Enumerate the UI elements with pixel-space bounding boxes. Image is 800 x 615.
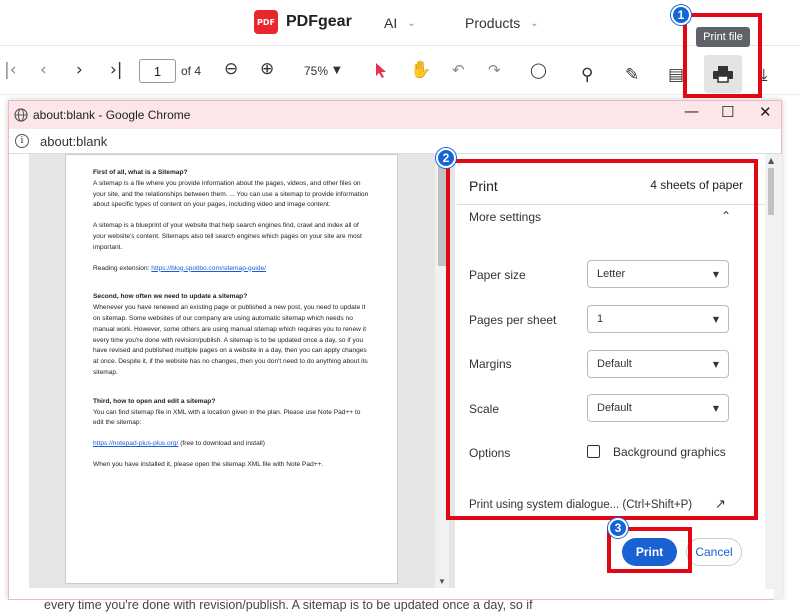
comment-icon[interactable]: ◯ [530,59,547,81]
preview-page: First of all, what is a Sitemap? A sitem… [65,154,398,584]
brand[interactable]: PDF PDFgear [254,10,352,34]
minimize-icon[interactable]: — [684,102,699,120]
address-bar: i about:blank [9,129,781,154]
highlight-print-settings [446,159,758,520]
edit-text-icon[interactable]: ✎ [625,64,639,86]
nav-products-label: Products [465,15,521,31]
first-page-icon[interactable]: |‹ [4,59,17,81]
window-titlebar: about:blank - Google Chrome — ☐ ✕ [9,101,781,129]
info-icon[interactable]: i [15,134,29,148]
doc-link[interactable]: https://blog.spotibo.com/sitemap-guide/ [151,265,266,272]
step-badge-3: 3 [608,518,628,538]
page-total: of 4 [181,64,202,78]
cancel-button[interactable]: Cancel [686,538,742,566]
last-page-icon[interactable]: ›| [110,59,123,81]
scroll-thumb[interactable] [438,156,446,266]
doc-heading: Second, how often we need to update a si… [93,293,248,301]
background-document-text: every time you're done with revision/pub… [0,600,800,615]
nav-products[interactable]: Products ⌄ [465,15,539,31]
doc-paragraph: You can find sitemap file in XML with a … [93,408,361,427]
doc-paragraph: Whenever you have renewed an existing pa… [93,304,368,376]
doc-link[interactable]: https://notepad-plus-plus.org/ [93,440,178,447]
page-number-input[interactable]: 1 [139,59,176,83]
window-scrollbar[interactable] [774,154,782,600]
nav-ai[interactable]: AI ⌄ [384,15,416,31]
doc-heading: Third, how to open and edit a sitemap? [93,397,216,405]
prev-page-icon[interactable]: ‹ [40,59,47,81]
select-cursor-icon[interactable] [375,62,387,78]
doc-text: Reading extension: [93,264,152,272]
doc-paragraph: When you have installed it, please open … [93,460,324,468]
maximize-icon[interactable]: ☐ [721,103,734,121]
redo-icon[interactable]: ↷ [488,59,501,81]
window-title: about:blank - Google Chrome [33,108,191,122]
doc-paragraph: A sitemap is a file where you provide in… [93,179,369,209]
search-icon[interactable]: ⚲ [581,64,593,86]
doc-heading: First of all, what is a Sitemap? [93,169,188,176]
close-icon[interactable]: ✕ [759,103,772,121]
background-line: every time you're done with revision/pub… [44,600,533,612]
doc-text: (free to download and install) [178,440,265,448]
highlight-print-file [683,13,762,98]
zoom-level[interactable]: 75% [304,64,328,78]
globe-icon [14,108,28,122]
zoom-dropdown-icon[interactable]: ▼ [333,60,341,82]
step-badge-1: 1 [671,5,691,25]
zoom-in-icon[interactable]: ⊕ [260,58,274,80]
nav-ai-label: AI [384,15,398,31]
zoom-out-icon[interactable]: ⊖ [224,58,238,80]
chevron-down-icon: ⌄ [530,17,539,29]
page-view-icon[interactable]: ▤ [668,64,684,86]
chevron-down-icon: ⌄ [407,17,416,29]
step-badge-2: 2 [436,148,456,168]
scroll-down-icon[interactable]: ▼ [438,577,446,586]
url-text: about:blank [40,134,108,149]
hand-tool-icon[interactable]: ✋ [410,59,431,81]
undo-icon[interactable]: ↶ [452,59,465,81]
doc-paragraph: A sitemap is a blueprint of your website… [93,222,362,251]
brand-name: PDFgear [286,13,352,30]
print-preview: First of all, what is a Sitemap? A sitem… [29,154,455,588]
pdfgear-logo-icon: PDF [254,10,278,34]
next-page-icon[interactable]: › [76,59,83,81]
